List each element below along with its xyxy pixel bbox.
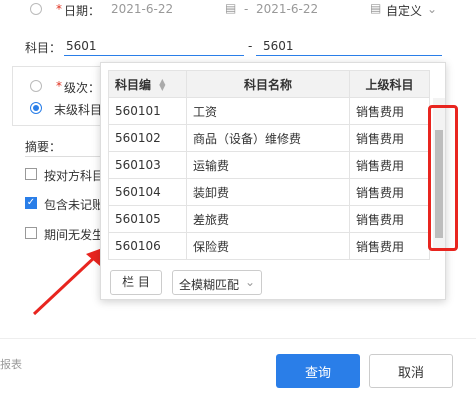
row-parent: 销售费用 (349, 97, 430, 125)
period-select[interactable]: 自定义 (386, 2, 422, 19)
row-parent: 销售费用 (349, 205, 430, 233)
row-code: 560106 (108, 232, 187, 260)
row-code: 560102 (108, 124, 187, 152)
calendar-icon[interactable]: ▤ (370, 1, 381, 15)
no-activity-checkbox[interactable] (25, 227, 37, 239)
row-name: 差旅费 (186, 205, 350, 233)
row-code: 560104 (108, 178, 187, 206)
date-separator: - (244, 2, 249, 16)
match-select-value: 全模糊匹配 (179, 278, 240, 292)
date-label: 日期： (64, 4, 101, 18)
date-row: * 日期： 2021-6-22 ▤ - 2021-6-22 ▤ 自定义 ⌄ (0, 0, 476, 20)
header-parent: 上级科目 (349, 70, 430, 98)
date-radio[interactable] (30, 3, 42, 15)
row-code: 560103 (108, 151, 187, 179)
subject-separator: - (248, 39, 253, 53)
subject-from-input[interactable]: 5601 (64, 36, 244, 56)
row-name: 装卸费 (186, 178, 350, 206)
row-code: 560105 (108, 205, 187, 233)
column-button[interactable]: 栏 目 (110, 270, 162, 295)
calendar-icon[interactable]: ▤ (225, 1, 236, 15)
table-row[interactable]: 560101 工资 销售费用 (108, 97, 430, 125)
sort-icon[interactable]: ▲ ▼ (159, 78, 165, 92)
subject-to-value: 5601 (263, 39, 294, 53)
row-parent: 销售费用 (349, 151, 430, 179)
chevron-down-icon[interactable]: ⌄ (427, 2, 437, 16)
summary-label: 摘要： (25, 140, 62, 154)
table-row[interactable]: 560106 保险费 销售费用 (108, 232, 430, 260)
level-label: 级次： (64, 81, 101, 95)
row-name: 保险费 (186, 232, 350, 260)
table-row[interactable]: 560102 商品（设备）维修费 销售费用 (108, 124, 430, 152)
leaf-label: 末级科目 (54, 103, 103, 117)
opposite-subject-label: 按对方科目 (44, 169, 105, 183)
match-select[interactable]: 全模糊匹配 ⌄ (172, 270, 262, 295)
start-date-input[interactable]: 2021-6-22 (111, 2, 173, 16)
header-name: 科目名称 (186, 70, 350, 98)
row-parent: 销售费用 (349, 178, 430, 206)
table-row[interactable]: 560103 运输费 销售费用 (108, 151, 430, 179)
row-parent: 销售费用 (349, 232, 430, 260)
summary-underline (25, 156, 103, 157)
chevron-down-icon: ⌄ (245, 275, 256, 289)
include-unposted-checkbox[interactable]: ✓ (25, 197, 37, 209)
row-name: 运输费 (186, 151, 350, 179)
include-unposted-label: 包含未记账 (44, 198, 105, 212)
table-row[interactable]: 560105 差旅费 销售费用 (108, 205, 430, 233)
required-mark: * (56, 2, 62, 16)
row-name: 商品（设备）维修费 (186, 124, 350, 152)
footer-left-text: 报表 (0, 358, 22, 371)
end-date-input[interactable]: 2021-6-22 (256, 2, 318, 16)
subject-label: 科目： (25, 41, 62, 55)
subject-to-input[interactable]: 5601 (256, 36, 442, 56)
row-code: 560101 (108, 97, 187, 125)
level-section: * 级次： 末级科目 (12, 66, 102, 126)
level-radio[interactable] (30, 80, 42, 92)
cancel-button[interactable]: 取消 (369, 354, 453, 388)
required-mark: * (56, 79, 62, 93)
opposite-subject-checkbox[interactable] (25, 168, 37, 180)
scrollbar-highlight (428, 105, 458, 251)
leaf-radio[interactable] (30, 102, 42, 114)
subject-dropdown: 科目编 ▲ ▼ 科目名称 上级科目 560101 工资 销售费用 560102 商品（设… (100, 62, 446, 300)
table-header: 科目编 ▲ ▼ 科目名称 上级科目 (108, 70, 430, 98)
header-code[interactable]: 科目编 ▲ ▼ (108, 70, 187, 98)
subject-table: 科目编 ▲ ▼ 科目名称 上级科目 560101 工资 销售费用 560102 商品（设… (108, 70, 430, 260)
footer-divider (0, 338, 476, 339)
table-row[interactable]: 560104 装卸费 销售费用 (108, 178, 430, 206)
row-parent: 销售费用 (349, 124, 430, 152)
query-button[interactable]: 查询 (276, 354, 360, 388)
row-name: 工资 (186, 97, 350, 125)
subject-from-value: 5601 (66, 39, 97, 53)
